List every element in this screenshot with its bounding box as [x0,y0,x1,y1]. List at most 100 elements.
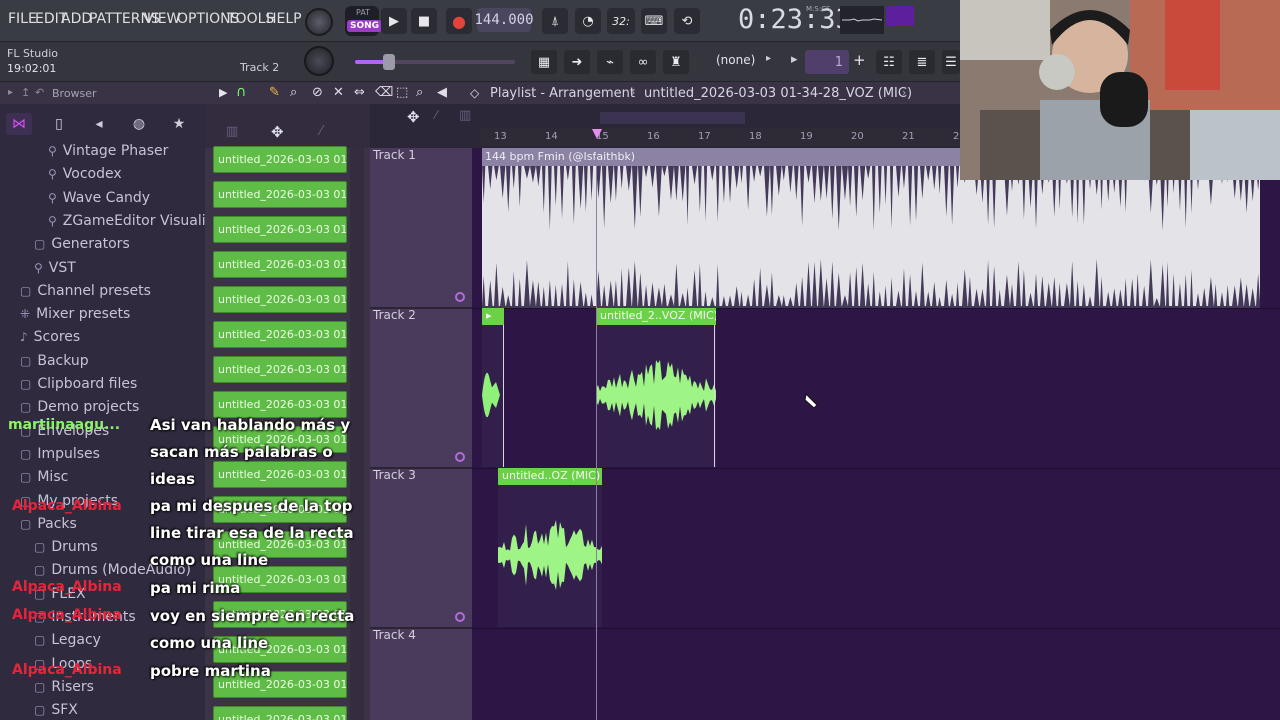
browser-item[interactable]: ⚲ ZGameEditor Visualizer [48,213,205,229]
browser-item[interactable]: ⚲ VST [34,260,76,276]
browser-up-icon[interactable]: ↥ [21,86,30,99]
channel-clip[interactable]: untitled_2026-03-03 01-... [213,146,347,173]
browser-item[interactable]: ▢ Drums [34,539,98,555]
typing-keyboard-button[interactable]: ⌨ [641,8,667,34]
delete-icon[interactable]: ⊘ [312,85,323,100]
browser-item[interactable]: ▢ Clipboard files [20,376,137,392]
overview-link-icon[interactable]: ⁄ [435,108,437,122]
play-button[interactable]: ▶ [381,8,407,34]
browser-item-label: Scores [33,329,81,346]
zoom-icon[interactable]: ⌕ [416,85,423,100]
browser-item[interactable]: ▢ Demo projects [20,399,139,415]
plugin-picker-button[interactable]: ⌁ [597,50,623,74]
browser-item[interactable]: ▢ Packs [20,516,77,532]
mute-icon[interactable]: ✕ [333,85,344,100]
browser-item[interactable]: ▢ Impulses [20,446,100,462]
track-3-enable[interactable] [455,612,465,622]
track-1-enable[interactable] [455,292,465,302]
overview-scroll[interactable] [600,112,745,124]
pencil-icon[interactable]: ✎ [269,85,280,100]
move-icon[interactable]: ✥ [271,123,284,141]
playlist-button[interactable]: ☰ [942,50,960,74]
track-2-enable[interactable] [455,452,465,462]
playlist-menu-icon[interactable]: ▶ [219,86,227,99]
browser-item[interactable]: ▢ Backup [20,353,89,369]
waveform-icon: ⋈ [12,116,26,132]
step-display[interactable]: 32: [607,8,635,34]
browser-collapse-icon[interactable]: ▸ [8,87,13,98]
select-icon[interactable]: ⬚ [396,85,408,100]
channel-clip[interactable]: untitled_2026-03-03 01-... [213,216,347,243]
chat-message: pa mi despues de la top line tirar esa d… [150,497,354,569]
magnet-icon[interactable]: ∩ [236,84,246,100]
pencil-disabled-icon[interactable]: ⁄ [320,124,322,139]
browser-item[interactable]: ▢ Channel presets [20,283,151,299]
next-button[interactable]: ➜ [564,50,590,74]
add-pattern-icon[interactable]: + [853,51,866,69]
slip-icon[interactable]: ⇔ [354,85,365,100]
browser-item[interactable]: ▢ Risers [34,679,94,695]
channel-clip[interactable]: untitled_2026-03-03 01-... [213,251,347,278]
channel-clip[interactable]: untitled_2026-03-03 01-... [213,286,347,313]
channel-rack-button[interactable]: ♜ [663,50,689,74]
paint-icon[interactable]: ⌕ [290,85,297,100]
channel-button[interactable]: ≣ [909,50,935,74]
master-volume-handle[interactable] [383,54,395,70]
overview-pattern-icon[interactable]: ▥ [459,108,471,123]
track2-clip-b-header[interactable]: untitled_2..VOZ (MIC) [596,308,716,325]
mixer-button[interactable]: ☷ [876,50,902,74]
master-pitch-knob[interactable] [304,46,334,76]
mixer-icon: ⁜ [20,307,31,322]
playback-icon[interactable]: ◀ [437,85,447,100]
browser-back-icon[interactable]: ↶ [35,86,44,99]
browser-favorites-tab[interactable]: ★ [166,113,192,135]
browser-item[interactable]: ♪ Scores [20,329,80,345]
browser-item[interactable]: ⚲ Vocodex [48,166,122,182]
browser-item[interactable]: ▢ SFX [34,702,78,718]
channel-clip[interactable]: untitled_2026-03-03 01-... [213,321,347,348]
pattern-dropdown-icon[interactable]: ▸ [766,53,771,64]
pattern-selector[interactable]: (none) [716,53,755,67]
browser-item[interactable]: ▢ Generators [34,236,130,252]
track-label-2[interactable]: Track 2 [373,308,416,322]
plugin-icon: ⚲ [48,144,57,158]
menu-file[interactable]: FILE [8,11,37,27]
track3-clip-header[interactable]: untitled..OZ (MIC) [498,468,602,485]
browser-item-label: Wave Candy [62,189,151,206]
browser-item[interactable]: ▢ Misc [20,469,68,485]
browser-project-tab[interactable]: ▯ [46,113,72,135]
overview-move-icon[interactable]: ✥ [407,108,420,126]
browser-item[interactable]: ⚲ Vintage Phaser [48,143,168,159]
link-button[interactable]: ∞ [630,50,656,74]
pattern-prev-icon[interactable]: ▸ [791,52,798,67]
pattern-icon[interactable]: ▥ [226,124,238,139]
record-button[interactable]: ● [446,8,472,34]
pattern-number[interactable]: 1 [805,50,849,74]
stop-button[interactable]: ■ [411,8,437,34]
metronome-button[interactable]: ⍋ [542,8,568,34]
tempo-display[interactable]: 144.000 [475,8,534,32]
browser-plugin-tab[interactable]: ◍ [126,113,152,135]
track2-clip-a-header[interactable]: ▸ [482,308,504,325]
channel-clip[interactable]: untitled_2026-03-03 01-... [213,356,347,383]
chat-username: Alpaca_Albina [12,498,122,514]
menu-add[interactable]: ADD [61,11,92,27]
piano-roll-button[interactable]: ▦ [531,50,557,74]
channel-clip[interactable]: untitled_2026-03-03 01-... [213,706,347,720]
browser-speaker-tab[interactable]: ◂ [86,113,112,135]
playlist-nav-icon[interactable]: ◇ [470,86,479,100]
browser-item[interactable]: ⚲ Wave Candy [48,190,150,206]
browser-item-label: Demo projects [37,399,140,416]
menu-view[interactable]: VIEW [144,11,180,27]
slice-icon[interactable]: ⌫ [375,85,393,100]
menu-help[interactable]: HELP [266,11,302,27]
master-volume-knob[interactable] [305,8,333,36]
browser-item[interactable]: ⁜ Mixer presets [20,306,130,322]
loop-record-button[interactable]: ⟲ [674,8,700,34]
track2-clip-a-waveform [482,372,500,418]
browser-all-tab[interactable]: ⋈ [6,113,32,135]
channel-clip[interactable]: untitled_2026-03-03 01-... [213,181,347,208]
browser-item[interactable]: ▢ Legacy [34,632,101,648]
wait-button[interactable]: ◔ [575,8,601,34]
track-label-1[interactable]: Track 1 [373,148,416,162]
